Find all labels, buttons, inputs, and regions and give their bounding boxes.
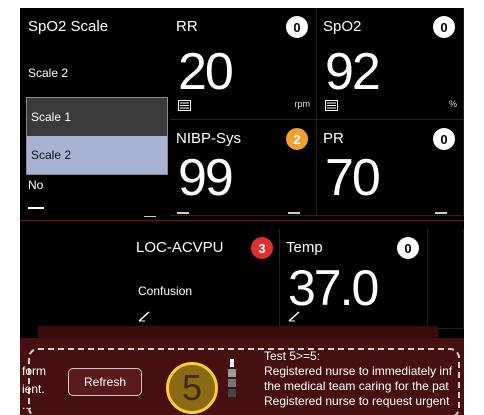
scale-option-1[interactable]: Scale 1 [27, 98, 167, 136]
keyboard-icon[interactable] [178, 100, 191, 111]
scale-option-2[interactable]: Scale 2 [27, 136, 167, 174]
keyboard-icon[interactable] [325, 100, 338, 111]
row-divider [20, 220, 464, 221]
spo2-scale-current[interactable]: Scale 2 [28, 66, 68, 80]
score-level-indicator [228, 359, 236, 399]
spo2-score-badge: 0 [433, 16, 455, 38]
rr-label: RR [176, 18, 198, 35]
pr-score-badge: 0 [433, 128, 455, 150]
pr-value: 70 [325, 149, 381, 207]
spo2-label: SpO2 [323, 18, 362, 35]
loc-score-badge: 3 [251, 237, 273, 259]
loc-value: Confusion [138, 284, 193, 298]
edit-icon[interactable] [138, 311, 151, 322]
tile-temp[interactable]: Temp 0 37.0 [280, 229, 428, 329]
small-marker-icon [144, 208, 156, 217]
banner-top-strip [38, 326, 438, 338]
empty-tile [20, 229, 131, 329]
small-marker-icon [177, 212, 189, 222]
alert-message-line: Registered nurse to immediately inf [264, 364, 453, 378]
edit-icon[interactable] [288, 311, 301, 322]
tile-loc-acvpu[interactable]: LOC-ACVPU 3 Confusion [130, 229, 280, 329]
total-score-circle: 5 [166, 362, 218, 414]
truncated-text-line: ... [22, 398, 33, 412]
tile-pr[interactable]: PR 0 70 [317, 120, 464, 216]
nibp-value: 99 [178, 149, 234, 207]
rr-value: 20 [178, 43, 234, 101]
tile-rr[interactable]: RR 0 20 rpm [170, 8, 317, 120]
temp-label: Temp [286, 239, 323, 256]
spo2-unit: % [448, 99, 457, 109]
scale-dash-marker [28, 207, 44, 209]
nibp-label: NIBP-Sys [176, 130, 242, 147]
refresh-button[interactable]: Refresh [68, 368, 142, 396]
loc-label: LOC-ACVPU [136, 239, 224, 256]
tile-nibp-sys[interactable]: NIBP-Sys 2 99 [170, 120, 317, 216]
tile-spo2[interactable]: SpO2 0 92 % [317, 8, 464, 120]
small-marker-icon [435, 212, 447, 222]
spo2-scale-panel: SpO2 Scale Scale 2 Scale 1 Scale 2 No [20, 8, 170, 216]
truncated-text-line: form [22, 364, 46, 378]
pr-label: PR [323, 130, 344, 147]
spo2-scale-dropdown[interactable]: Scale 1 Scale 2 [26, 97, 168, 175]
alert-message-heading: Test 5>=5: [264, 349, 321, 363]
empty-tile [428, 229, 464, 329]
alert-message-line: Registered nurse to request urgent [264, 394, 450, 408]
temp-value: 37.0 [288, 260, 379, 316]
truncated-text-line: ient. [22, 382, 45, 396]
spo2-scale-title: SpO2 Scale [28, 18, 109, 35]
spo2-value: 92 [325, 43, 381, 101]
temp-score-badge: 0 [397, 237, 419, 259]
alert-message-line: the medical team caring for the pat [264, 379, 449, 393]
small-marker-icon [288, 212, 300, 222]
nibp-score-badge: 2 [286, 128, 308, 150]
rr-unit: rpm [294, 99, 311, 109]
scale-no-option[interactable]: No [28, 178, 43, 192]
ews-screen: SpO2 Scale Scale 2 Scale 1 Scale 2 No RR… [20, 8, 464, 415]
rr-score-badge: 0 [286, 16, 308, 38]
